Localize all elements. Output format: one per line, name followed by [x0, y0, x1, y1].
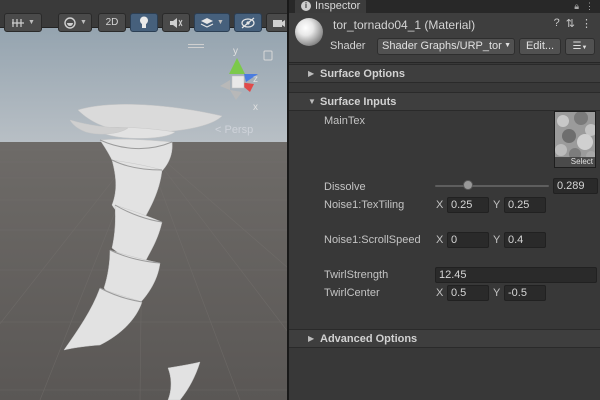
more-menu-icon[interactable]: ⋮ — [581, 17, 592, 30]
mode-2d-button[interactable]: 2D — [98, 13, 126, 32]
axis-x-label: X — [436, 234, 444, 246]
gizmo-y-label: y — [233, 46, 238, 57]
twirl-center-x-input[interactable]: 0.5 — [447, 285, 489, 301]
material-preview-icon — [295, 18, 323, 46]
preset-icon[interactable]: ⇅ — [566, 17, 575, 30]
lighting-toggle[interactable] — [130, 13, 158, 32]
shader-dropdown[interactable]: Shader Graphs/URP_tor ▼ — [377, 38, 515, 55]
help-icon[interactable]: ? — [554, 17, 560, 30]
noise1-textiling-x-input[interactable]: 0.25 — [447, 197, 489, 213]
inspector-tab-bar: i Inspector 🔒︎ ⋮ — [289, 0, 600, 13]
header-actions: ? ⇅ ⋮ — [554, 17, 592, 30]
tab-inspector[interactable]: i Inspector — [295, 0, 367, 13]
noise1-scrollspeed-label: Noise1:ScrollSpeed — [324, 234, 421, 246]
material-title: tor_tornado04_1 (Material) — [333, 18, 476, 32]
info-icon: i — [301, 0, 311, 11]
section-surface-options[interactable]: ▶ Surface Options — [289, 64, 600, 83]
list-menu-button[interactable]: ☰▼ — [565, 38, 595, 55]
axis-y-label: Y — [493, 199, 501, 211]
dissolve-label: Dissolve — [324, 181, 366, 193]
eye-hidden-icon — [241, 17, 255, 28]
twirl-strength-label: TwirlStrength — [324, 269, 389, 281]
mode-2d-label: 2D — [105, 17, 119, 28]
material-header: tor_tornado04_1 (Material) ? ⇅ ⋮ Shader … — [289, 13, 600, 63]
layers-icon — [200, 17, 214, 28]
chevron-down-icon: ▼ — [581, 45, 588, 51]
shading-sphere-icon — [64, 16, 76, 29]
camera-icon — [273, 19, 285, 27]
twirl-strength-input[interactable]: 12.45 — [435, 267, 597, 283]
tab-controls: 🔒︎ ⋮ — [574, 0, 594, 12]
tab-inspector-label: Inspector — [315, 0, 361, 12]
grid-snap-icon — [12, 18, 25, 27]
axis-x-label: X — [436, 199, 444, 211]
list-icon: ☰ — [572, 41, 582, 52]
texture-select-button[interactable]: Select — [555, 157, 595, 167]
noise1-scrollspeed-x-input[interactable]: 0 — [447, 232, 489, 248]
section-advanced-options[interactable]: ▶ Advanced Options — [289, 329, 600, 348]
chevron-down-icon: ▼ — [28, 19, 35, 26]
camera-projection-label[interactable]: < Persp — [215, 124, 253, 136]
lock-icon[interactable]: 🔒︎ — [574, 1, 579, 12]
gizmo-z-label: z — [253, 74, 258, 85]
axis-y-label: Y — [493, 287, 501, 299]
edit-shader-button[interactable]: Edit... — [519, 38, 561, 55]
lightbulb-icon — [140, 16, 148, 28]
main-tex-label: MainTex — [324, 115, 365, 127]
expand-arrow-icon: ▶ — [308, 69, 315, 78]
scene-view[interactable]: y z x < Persp ▼ ▼ 2D ▼ — [0, 0, 287, 400]
dissolve-input[interactable]: 0.289 — [553, 178, 598, 194]
expand-arrow-icon: ▶ — [308, 334, 315, 343]
more-menu-icon[interactable]: ⋮ — [585, 1, 594, 12]
collapse-arrow-icon: ▼ — [308, 97, 316, 106]
speaker-muted-icon — [170, 17, 183, 28]
effects-button[interactable]: ▼ — [194, 13, 230, 32]
audio-toggle[interactable] — [162, 13, 190, 32]
noise1-scrollspeed-y-input[interactable]: 0.4 — [504, 232, 546, 248]
axis-y-label: Y — [493, 234, 501, 246]
camera-button[interactable] — [266, 13, 287, 32]
scene-toolbar: ▼ ▼ 2D ▼ — [0, 0, 287, 32]
draw-mode-button[interactable]: ▼ — [58, 13, 92, 32]
axis-x-label: X — [436, 287, 444, 299]
drag-handle-icon[interactable] — [188, 44, 204, 48]
gizmo-x-label: x — [253, 102, 258, 113]
scene-viewport[interactable]: y z x — [0, 0, 287, 400]
chevron-down-icon: ▼ — [217, 19, 224, 26]
noise1-textiling-label: Noise1:TexTiling — [324, 199, 405, 211]
dissolve-slider-thumb[interactable] — [462, 180, 473, 190]
section-title: Advanced Options — [320, 333, 418, 345]
inspector-panel: i Inspector 🔒︎ ⋮ tor_tornado04_1 (Materi… — [289, 0, 600, 400]
shader-label: Shader — [330, 40, 366, 52]
twirl-center-y-input[interactable]: -0.5 — [504, 285, 546, 301]
section-surface-inputs[interactable]: ▼ Surface Inputs — [289, 92, 600, 111]
dissolve-slider-track[interactable] — [435, 185, 549, 187]
visibility-toggle[interactable] — [234, 13, 262, 32]
shader-dropdown-value: Shader Graphs/URP_tor — [382, 40, 502, 52]
grid-snap-button[interactable]: ▼ — [4, 13, 42, 32]
section-title: Surface Inputs — [320, 96, 397, 108]
main-tex-thumbnail[interactable]: Select — [554, 111, 596, 168]
twirl-center-label: TwirlCenter — [324, 287, 380, 299]
chevron-down-icon: ▼ — [80, 19, 87, 26]
section-title: Surface Options — [320, 68, 405, 80]
chevron-down-icon: ▼ — [504, 42, 511, 49]
noise1-textiling-y-input[interactable]: 0.25 — [504, 197, 546, 213]
